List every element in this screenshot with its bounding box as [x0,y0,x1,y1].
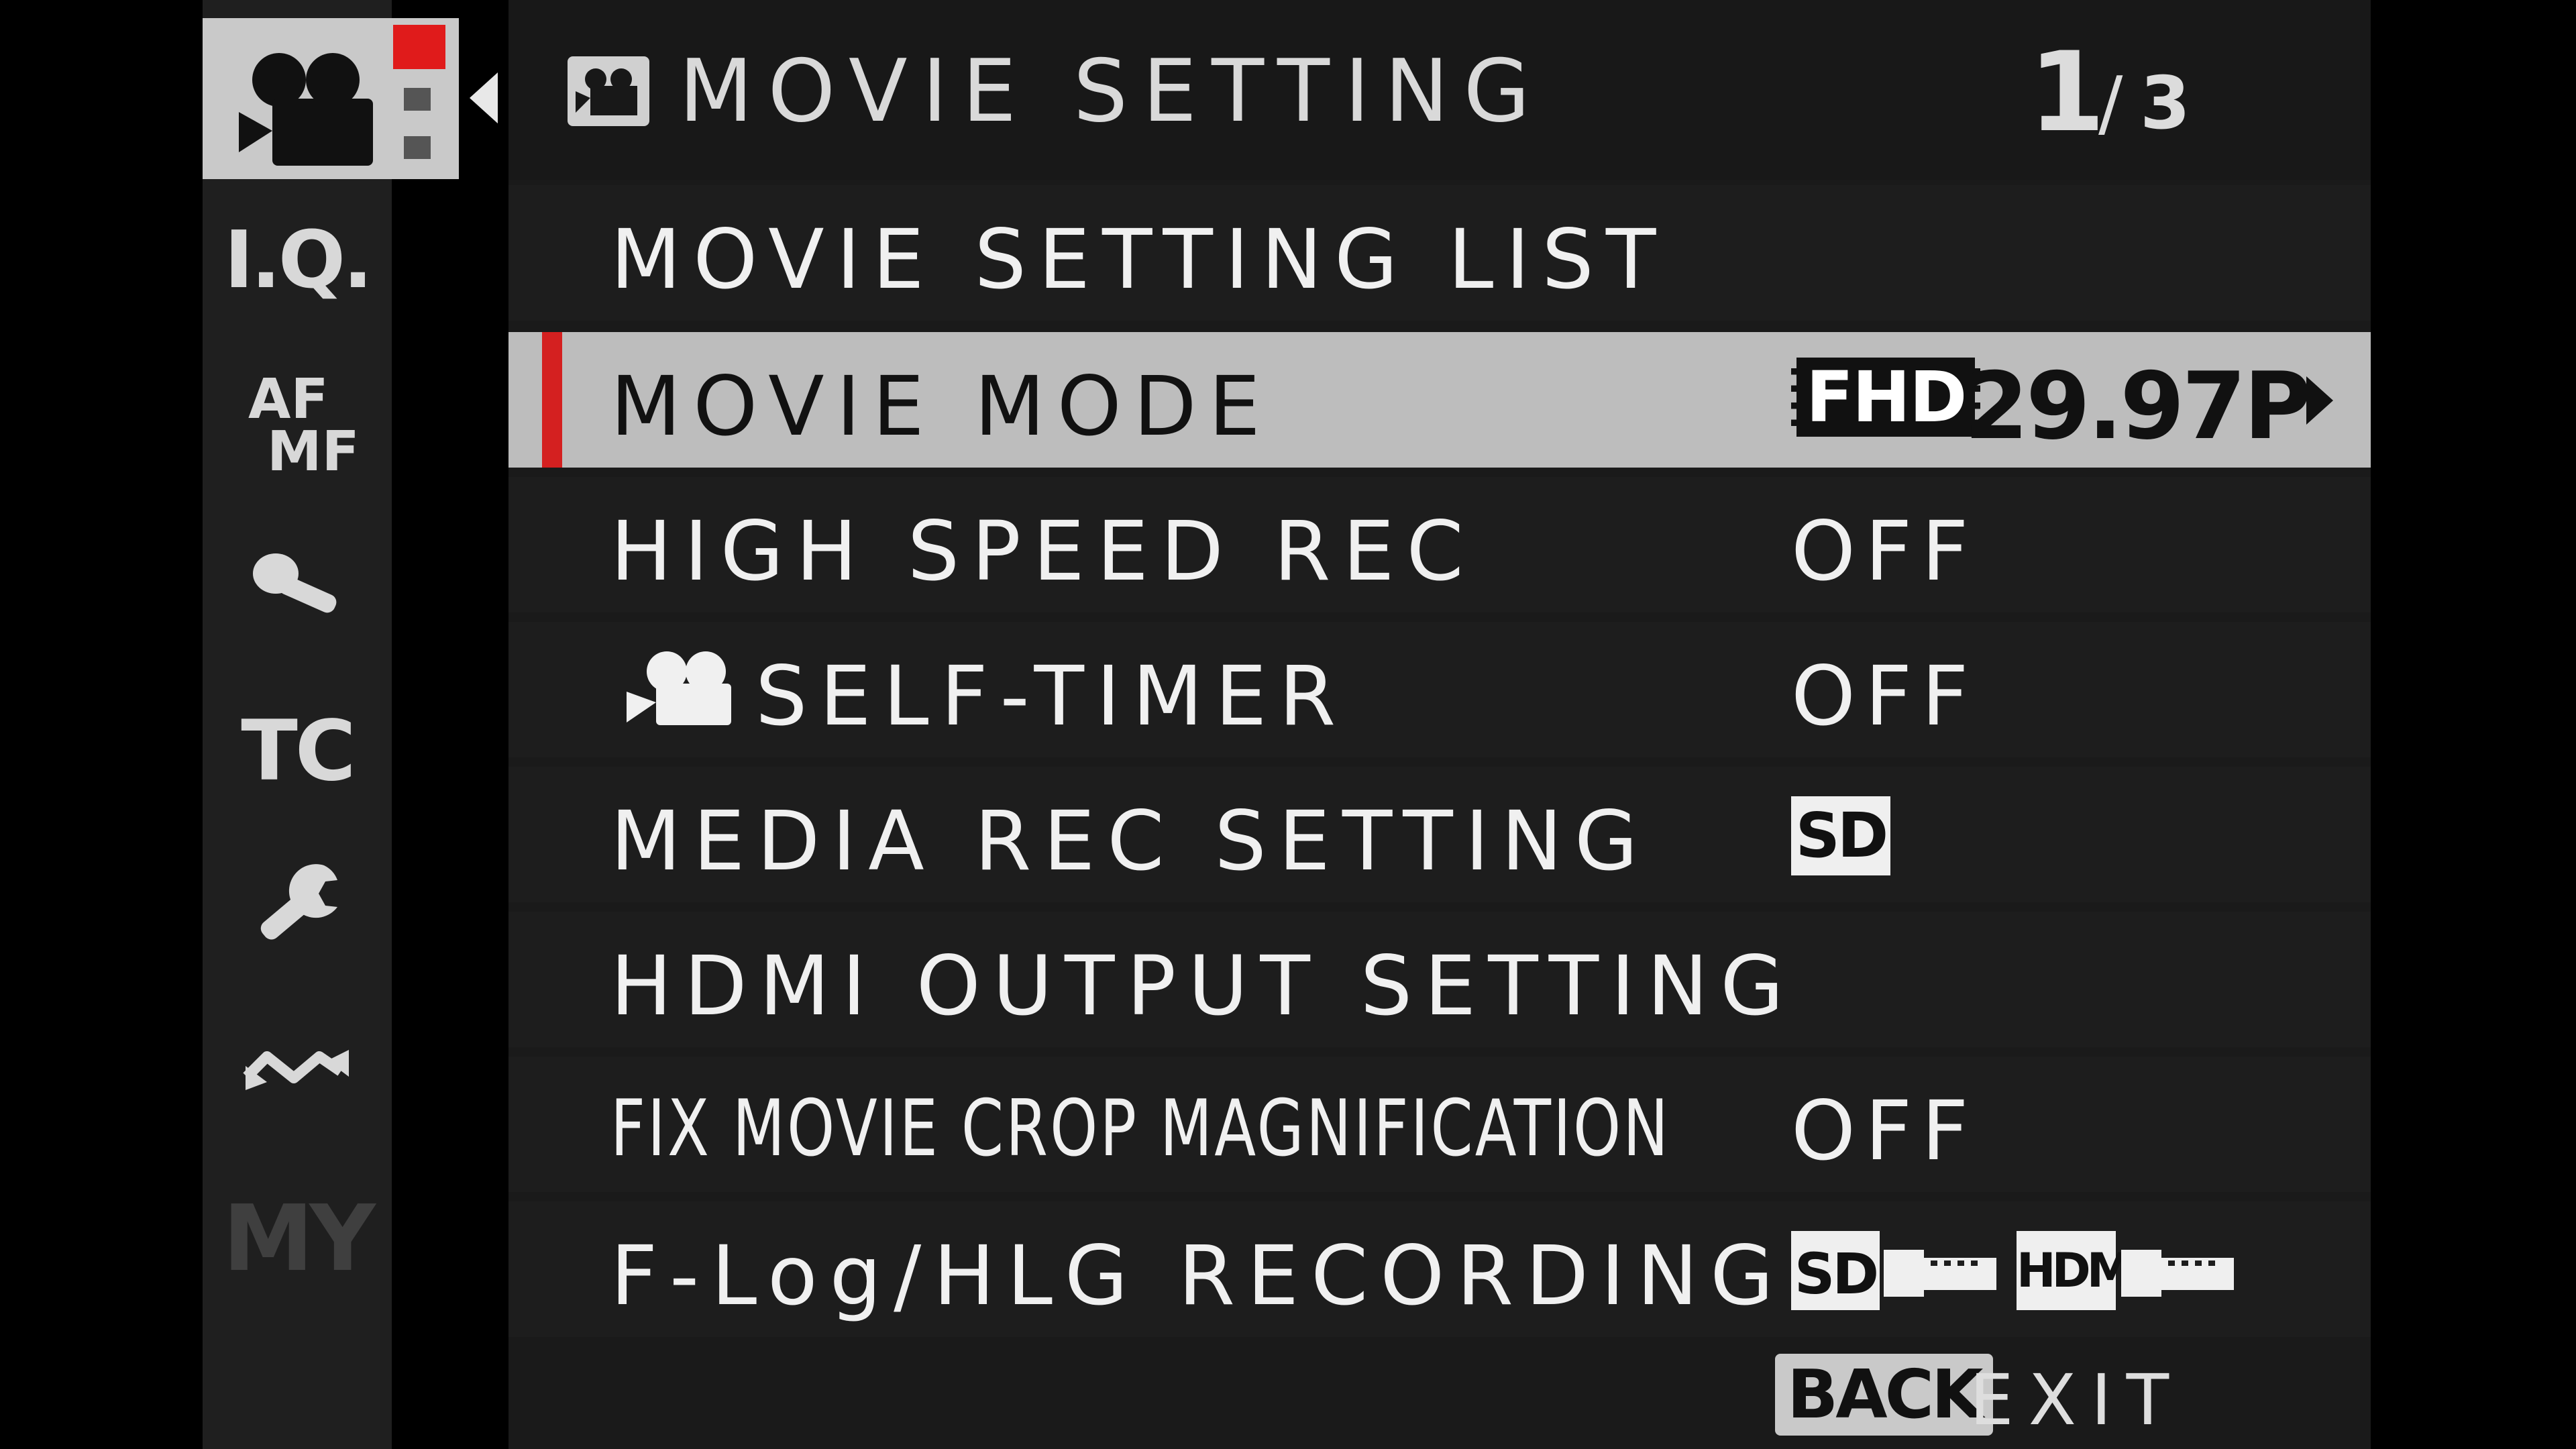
movie-camera-icon [239,53,373,166]
menu-item-flog-hlg-recording[interactable]: F-Log/HLG RECORDING SD HDMI [508,1201,2371,1337]
menu-item-label: FIX MOVIE CROP MAGNIFICATION [610,1083,1671,1174]
page-indicator [404,88,431,111]
hdmi-icon: HDMI [2017,1231,2147,1310]
tc-label: TC [241,703,356,800]
tab-movie-setting[interactable] [203,18,459,179]
menu-item-label: HIGH SPEED REC [610,504,1476,599]
submenu-arrow-icon [2306,376,2333,425]
tab-setup[interactable] [203,859,392,966]
page-indicator [404,136,431,159]
menu-item-label: MOVIE MODE [610,359,1273,454]
mf-label: MF [267,420,360,484]
tab-pointer-arrow [470,72,498,123]
menu-item-self-timer[interactable]: SELF-TIMER OFF [508,622,2371,757]
film-strip-icon [1884,1250,1996,1297]
my-label: MY [223,1186,376,1292]
sd-card-icon: SD [1791,1231,1880,1310]
back-button[interactable]: BACK [1775,1354,1993,1436]
page-number-total: 3 [2140,62,2191,146]
menu-item-value: OFF [1791,1083,1978,1179]
page-number-separator: / [2098,62,2123,146]
page-number-current: 1 [2029,28,2106,156]
menu-panel: MOVIE SETTING 1 / 3 MOVIE SETTING LIST M… [508,0,2371,1449]
tab-timecode[interactable]: TC [203,703,392,800]
movie-camera-icon [627,651,731,725]
flog-destination-icons: SD HDMI [1791,1226,2247,1320]
menu-item-label: MEDIA REC SETTING [610,794,1650,889]
menu-item-movie-setting-list[interactable]: MOVIE SETTING LIST [508,185,2371,321]
menu-item-value: OFF [1791,504,1978,599]
page-title: MOVIE SETTING [679,42,1545,142]
wave-arrow-icon [243,1050,349,1090]
exit-label: EXIT [1970,1359,2184,1441]
iq-label: I.Q. [224,213,373,306]
tab-audio[interactable] [203,547,392,641]
movie-camera-icon [568,56,649,126]
menu-item-value: OFF [1791,649,1978,744]
menu-item-high-speed-rec[interactable]: HIGH SPEED REC OFF [508,477,2371,612]
menu-item-label: HDMI OUTPUT SETTING [610,938,1796,1034]
menu-item-media-rec-setting[interactable]: MEDIA REC SETTING SD [508,767,2371,902]
tab-af-mf[interactable]: AF MF [203,368,392,488]
sd-card-icon: SD [1791,796,1890,875]
wrench-icon [260,864,337,940]
fhd-badge: FHD [1791,358,1981,437]
menu-item-label: SELF-TIMER [755,649,1348,744]
page-indicator-active [393,25,445,69]
film-strip-icon [2121,1250,2234,1297]
menu-item-label: MOVIE SETTING LIST [610,212,1668,307]
menu-item-movie-mode[interactable]: MOVIE MODE FHD 29.97P [508,332,2371,468]
menu-header: MOVIE SETTING 1 / 3 [508,0,2371,180]
menu-item-label: F-Log/HLG RECORDING [610,1228,1786,1324]
selection-indicator [542,332,562,468]
tab-image-quality[interactable]: I.Q. [203,213,392,306]
microphone-icon [253,553,337,613]
menu-item-fix-movie-crop-magnification[interactable]: FIX MOVIE CROP MAGNIFICATION OFF [508,1057,2371,1192]
menu-item-hdmi-output-setting[interactable]: HDMI OUTPUT SETTING [508,912,2371,1047]
tab-my-menu[interactable]: MY [203,1186,392,1292]
frame-rate-value: 29.97P [1964,352,2312,460]
tab-connection[interactable] [203,1036,392,1110]
